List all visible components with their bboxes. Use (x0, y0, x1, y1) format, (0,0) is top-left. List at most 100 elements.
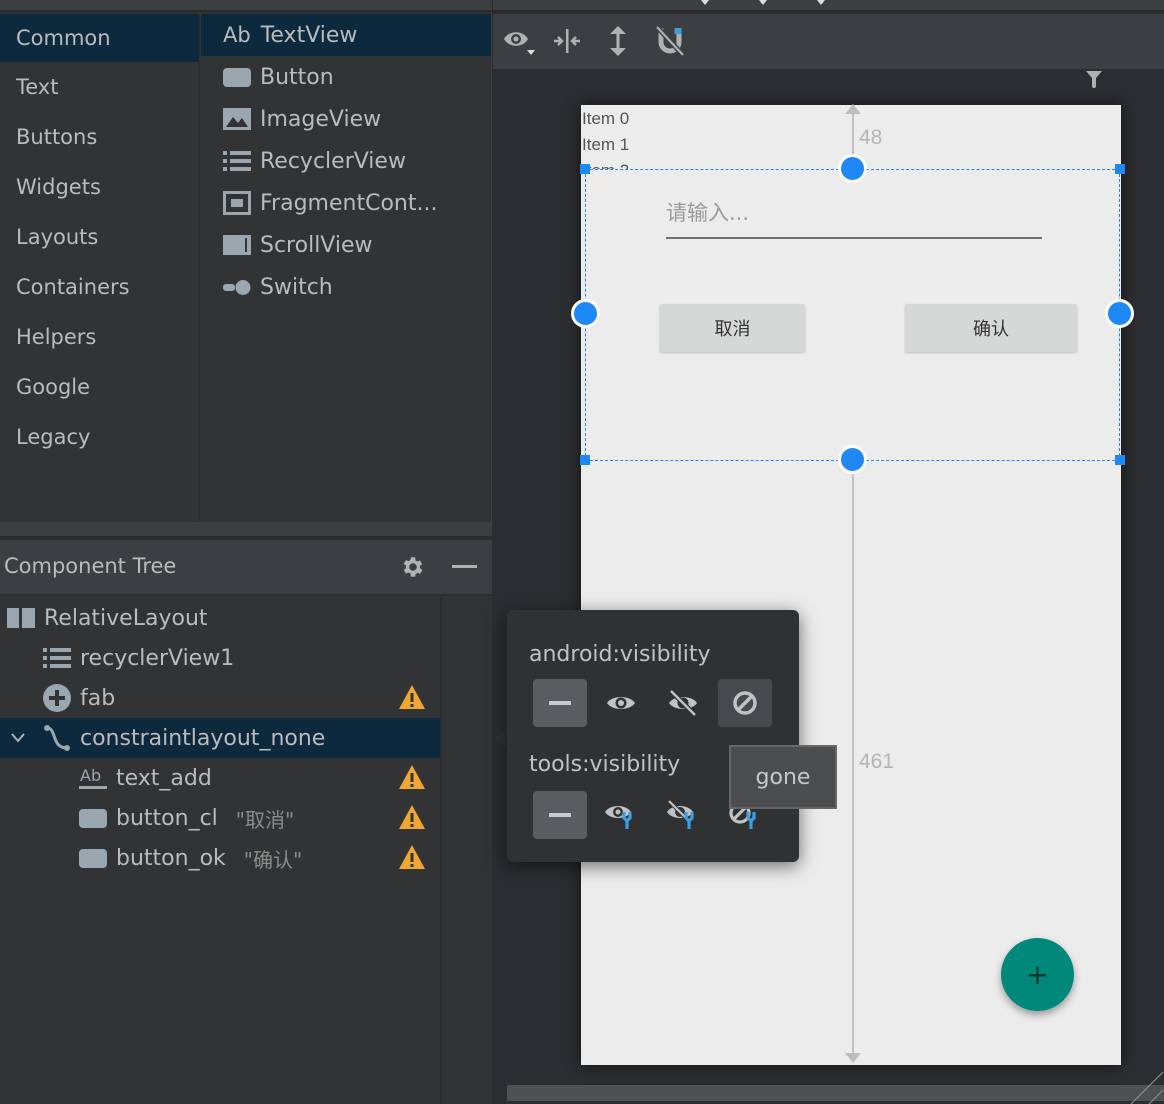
android-visibility-label: android:visibility (529, 642, 711, 667)
relativelayout-icon (6, 603, 36, 633)
expand-vertical-icon[interactable] (601, 24, 635, 58)
tree-node-recyclerview1[interactable]: recyclerView1 (0, 638, 440, 678)
cancel-button[interactable]: 取消 (660, 304, 805, 352)
gone-icon (733, 691, 757, 715)
widget-recyclerview[interactable]: RecyclerView (201, 140, 491, 182)
dropdown-caret-icon[interactable] (759, 0, 767, 5)
widget-scrollview[interactable]: ScrollView (201, 224, 491, 266)
widget-label: ScrollView (260, 232, 373, 258)
tools-invisible-icon (667, 800, 694, 829)
tree-node-button-cl[interactable]: button_cl "取消" (0, 798, 440, 838)
svg-text:Ab: Ab (80, 766, 101, 785)
dropdown-caret-icon[interactable] (701, 0, 709, 5)
palette-scrollbar[interactable] (491, 12, 492, 522)
category-layouts[interactable]: Layouts (0, 212, 199, 262)
tree-node-button-ok[interactable]: button_ok "确认" (0, 838, 440, 878)
tree-node-relativelayout[interactable]: RelativeLayout (0, 598, 440, 638)
resize-handle-bottom-right[interactable] (1115, 455, 1125, 465)
popup-pointer (495, 728, 507, 748)
imageview-icon (223, 108, 251, 130)
resize-handle-top-left[interactable] (580, 164, 590, 174)
category-legacy[interactable]: Legacy (0, 412, 199, 462)
pin-icon[interactable] (1085, 70, 1103, 90)
tools-visibility-invisible[interactable] (656, 791, 710, 839)
edit-text-hint[interactable]: 请输入... (666, 197, 749, 227)
category-containers[interactable]: Containers (0, 262, 199, 312)
resize-handle-top-right[interactable] (1115, 164, 1125, 174)
warning-icon[interactable] (398, 844, 428, 872)
widget-label: FragmentCont... (260, 190, 438, 216)
eye-dropdown-icon[interactable] (501, 24, 535, 58)
tools-visible-icon (605, 806, 632, 829)
warning-icon[interactable] (398, 804, 428, 832)
chevron-down-icon[interactable] (10, 732, 32, 744)
component-tree: RelativeLayout recyclerView1 fab constra… (0, 596, 440, 1104)
switch-icon (223, 276, 251, 298)
design-surface: Item 0 Item 1 Item 2 请输入... 取消 确认 + 48 4… (493, 0, 1164, 1104)
tree-node-label: constraintlayout_none (80, 725, 326, 751)
widget-label: Switch (260, 274, 333, 300)
tree-node-label: recyclerView1 (80, 645, 235, 671)
textview-ab-icon: Ab (223, 23, 251, 47)
category-common[interactable]: Common (0, 14, 199, 62)
tree-node-label: RelativeLayout (44, 605, 208, 631)
widget-label: RecyclerView (260, 148, 406, 174)
tools-visibility-none[interactable] (533, 791, 587, 839)
widget-fragmentcontainer[interactable]: FragmentCont... (201, 182, 491, 224)
tools-visibility-visible[interactable] (594, 791, 648, 839)
palette-categories: Common Text Buttons Widgets Layouts Cont… (0, 14, 199, 462)
widget-button[interactable]: Button (201, 56, 491, 98)
warning-icon[interactable] (398, 764, 428, 792)
margin-top-value[interactable]: 48 (859, 126, 882, 150)
category-google[interactable]: Google (0, 362, 199, 412)
palette-widgets: Ab TextView Button ImageView RecyclerVie… (201, 14, 491, 308)
pack-horizontal-icon[interactable] (550, 24, 584, 58)
eye-visible-icon (607, 697, 635, 709)
widget-label: ImageView (260, 106, 382, 132)
textview-ab-icon: Ab (78, 763, 108, 793)
list-item[interactable]: Item 0 (582, 109, 629, 129)
gear-icon[interactable] (400, 554, 426, 580)
tree-node-text-add[interactable]: Ab text_add (0, 758, 440, 798)
warning-icon[interactable] (398, 684, 428, 712)
anchor-right[interactable] (1105, 299, 1134, 328)
android-visibility-gone[interactable] (718, 679, 772, 727)
android-visibility-visible[interactable] (594, 679, 648, 727)
tooltip: gone (729, 745, 837, 809)
magnet-off-icon[interactable] (653, 24, 687, 58)
resize-grip-icon[interactable] (1123, 1072, 1163, 1104)
widget-label: Button (260, 64, 334, 90)
margin-bottom-value[interactable]: 461 (859, 750, 894, 774)
list-icon (223, 150, 251, 172)
none-dash-icon (549, 701, 571, 705)
tree-node-constraintlayout-none[interactable]: constraintlayout_none (0, 718, 440, 758)
widget-imageview[interactable]: ImageView (201, 98, 491, 140)
ok-button[interactable]: 确认 (905, 304, 1077, 352)
fab-button[interactable]: + (1001, 938, 1074, 1011)
widget-switch[interactable]: Switch (201, 266, 491, 308)
tree-node-fab[interactable]: fab (0, 678, 440, 718)
minimize-icon[interactable] (452, 565, 477, 568)
widget-textview[interactable]: Ab TextView (201, 14, 491, 56)
scrollview-icon (223, 234, 251, 256)
category-text[interactable]: Text (0, 62, 199, 112)
anchor-left[interactable] (571, 299, 600, 328)
list-item[interactable]: Item 1 (582, 135, 629, 155)
fragment-container-icon (223, 191, 251, 215)
category-buttons[interactable]: Buttons (0, 112, 199, 162)
button-icon (78, 843, 108, 873)
tools-visibility-label: tools:visibility (529, 752, 681, 777)
category-helpers[interactable]: Helpers (0, 312, 199, 362)
android-visibility-none[interactable] (533, 679, 587, 727)
dropdown-caret-icon[interactable] (817, 0, 825, 5)
android-visibility-invisible[interactable] (656, 679, 710, 727)
anchor-top[interactable] (838, 154, 867, 183)
panel-splitter[interactable] (0, 522, 492, 538)
anchor-bottom[interactable] (838, 445, 867, 474)
editor-tabs-strip (493, 0, 1164, 12)
list-icon (42, 643, 72, 673)
category-widgets[interactable]: Widgets (0, 162, 199, 212)
palette-header (0, 0, 492, 12)
resize-handle-bottom-left[interactable] (580, 455, 590, 465)
horizontal-scrollbar[interactable] (507, 1085, 1164, 1101)
